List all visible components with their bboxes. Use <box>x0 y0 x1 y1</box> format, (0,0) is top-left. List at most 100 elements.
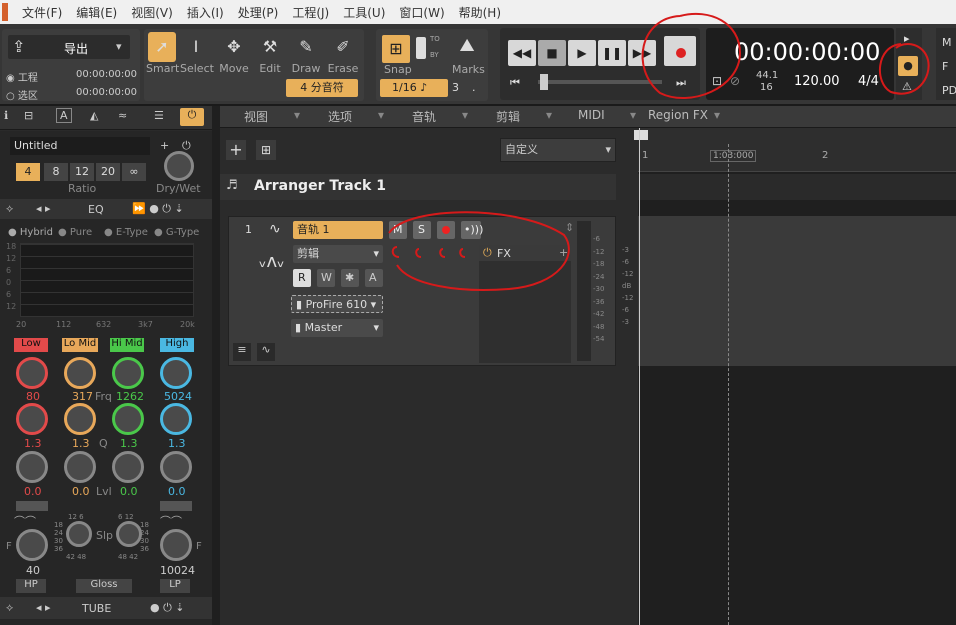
right-f-button[interactable]: F <box>942 60 948 73</box>
lp-knob[interactable] <box>160 529 192 561</box>
selection-radio[interactable]: ○ 选区 <box>6 87 38 102</box>
eq-controls-icon[interactable]: ⏩ ● ⏻ ⇣ <box>132 202 184 216</box>
menu-file[interactable]: 文件(F) <box>22 4 62 21</box>
playhead-marker[interactable] <box>634 130 648 140</box>
pause-button[interactable]: ❚❚ <box>598 40 626 66</box>
ratio-8[interactable]: 8 <box>44 163 68 181</box>
tempo-value[interactable]: 120.00 <box>794 74 840 89</box>
lomid-freq-knob[interactable] <box>64 357 96 389</box>
menu-tools[interactable]: 工具(U) <box>343 4 385 21</box>
chevron-down-icon[interactable]: ▾ <box>630 108 636 122</box>
track-row[interactable]: 1 ∿ 音轨 1 ᵥᴧᵥ 剪辑 ▾ R W ✱ A ▮ ProFire 610 ▾… <box>228 211 616 366</box>
lanes-icon[interactable]: ≡ <box>233 343 251 361</box>
tab-clip[interactable]: 剪辑 <box>496 108 520 125</box>
arranger-lane[interactable] <box>638 174 956 200</box>
read-button[interactable]: R <box>293 269 311 287</box>
high-q-knob[interactable] <box>160 403 192 435</box>
input-select[interactable]: ▮ ProFire 610 ▾ <box>291 295 383 313</box>
snap-toggle[interactable] <box>416 37 426 59</box>
drywet-knob[interactable] <box>164 151 194 181</box>
custom-select[interactable]: 自定义 ▾ <box>500 138 616 162</box>
waveform-icon[interactable]: ≈ <box>118 109 127 122</box>
ratio-inf[interactable]: ∞ <box>122 163 146 181</box>
eq-nav-icon[interactable]: ◂ ▸ <box>36 202 51 215</box>
add-icon[interactable]: + <box>160 139 169 152</box>
info-icon[interactable]: ℹ <box>4 109 8 122</box>
tube-nav-icon[interactable]: ◂ ▸ <box>36 601 51 614</box>
chevron-down-icon[interactable]: ▾ <box>378 108 384 122</box>
lp-toggle[interactable] <box>160 501 192 511</box>
chevron-down-icon[interactable]: ▾ <box>546 108 552 122</box>
band-lomid-label[interactable]: Lo Mid <box>62 338 98 352</box>
band-low-label[interactable]: Low <box>14 338 48 352</box>
track-name[interactable]: 音轨 1 <box>293 221 383 239</box>
tuner-icon[interactable]: ◭ <box>90 109 98 122</box>
ruler[interactable]: 1 1:03:000 2 <box>634 128 956 172</box>
lomid-lvl-knob[interactable] <box>64 451 96 483</box>
play-button[interactable]: ▶ <box>568 40 596 66</box>
right-m-button[interactable]: M <box>942 36 952 49</box>
add-bus-icon[interactable]: ⊞ <box>256 140 276 160</box>
eq-mode-gtype[interactable]: ● G-Type <box>154 227 199 238</box>
arrange-timeline[interactable]: 1 1:03:000 2 -3 -6 -12 dB -12 -6 -3 <box>622 128 956 625</box>
tab-region-fx[interactable]: Region FX <box>648 108 708 122</box>
menu-project[interactable]: 工程(J) <box>292 4 329 21</box>
lp-button[interactable]: LP <box>160 579 190 593</box>
tool-move[interactable]: ✥ Move <box>216 32 252 75</box>
power-icon[interactable]: ⏻ <box>180 108 204 126</box>
low-lvl-knob[interactable] <box>16 451 48 483</box>
lomid-q-knob[interactable] <box>64 403 96 435</box>
menu-help[interactable]: 帮助(H) <box>459 4 501 21</box>
low-q-knob[interactable] <box>16 403 48 435</box>
himid-freq-knob[interactable] <box>112 357 144 389</box>
high-lvl-knob[interactable] <box>160 451 192 483</box>
low-freq-knob[interactable] <box>16 357 48 389</box>
go-start-icon[interactable]: ⏮ <box>510 76 520 90</box>
menu-edit[interactable]: 编辑(E) <box>76 4 117 21</box>
output-select[interactable]: ▮ Master ▾ <box>291 319 383 337</box>
himid-q-knob[interactable] <box>112 403 144 435</box>
ratio-20[interactable]: 20 <box>96 163 120 181</box>
band-himid-label[interactable]: Hi Mid <box>110 338 144 352</box>
stop-button[interactable]: ■ <box>538 40 566 66</box>
chevron-down-icon[interactable]: ▾ <box>714 108 720 122</box>
eq-mode-pure[interactable]: ● Pure <box>58 227 92 238</box>
tool-smart[interactable]: ➚ Smart <box>146 32 179 75</box>
tab-midi[interactable]: MIDI <box>578 108 605 122</box>
tab-track[interactable]: 音轨 <box>412 108 436 125</box>
tab-options[interactable]: 选项 <box>328 108 352 125</box>
eq-mode-etype[interactable]: ● E-Type <box>104 227 148 238</box>
menu-view[interactable]: 视图(V) <box>131 4 173 21</box>
list-icon[interactable]: ☰ <box>154 109 164 122</box>
ratio-12[interactable]: 12 <box>70 163 94 181</box>
tab-view[interactable]: 视图 <box>244 108 268 125</box>
eq-mode-hybrid[interactable]: ● Hybrid <box>8 227 53 238</box>
snap-value-select[interactable]: 1/16 ♪ <box>380 79 448 97</box>
chevron-down-icon[interactable]: ▾ <box>462 108 468 122</box>
himid-lvl-knob[interactable] <box>112 451 144 483</box>
gloss-button[interactable]: Gloss <box>76 579 132 593</box>
eq-graph[interactable] <box>20 243 194 317</box>
inspector-icon[interactable]: ⊟ <box>24 109 33 122</box>
tool-select[interactable]: I Select <box>180 32 214 75</box>
menu-process[interactable]: 处理(P) <box>238 4 279 21</box>
slider-handle[interactable] <box>540 74 548 90</box>
project-radio[interactable]: ◉ 工程 <box>6 69 38 84</box>
rewind-button[interactable]: ◀◀ <box>508 40 536 66</box>
star-button[interactable]: ✱ <box>341 269 359 287</box>
tube-controls-icon[interactable]: ● ⏻ ⇣ <box>150 601 185 615</box>
track-lane[interactable] <box>638 216 956 366</box>
band-high-label[interactable]: High <box>160 338 194 352</box>
right-pd-button[interactable]: PD <box>942 84 956 97</box>
arranger-track[interactable]: ♬ Arranger Track 1 <box>220 174 616 200</box>
high-freq-knob[interactable] <box>160 357 192 389</box>
tube-settings-icon[interactable]: ⟡ <box>6 601 13 615</box>
automation-icon[interactable]: A <box>56 108 72 123</box>
snap-grid-icon[interactable]: ⊞ <box>382 35 410 63</box>
export-button[interactable]: ⇪ 导出 ▾ <box>8 35 130 59</box>
quantize-note-select[interactable]: 4 分音符 <box>286 79 358 97</box>
chevron-down-icon[interactable]: ▾ <box>294 108 300 122</box>
preset-name[interactable]: Untitled <box>10 137 150 155</box>
automation-curve-icon[interactable]: ∿ <box>257 343 275 361</box>
add-track-icon[interactable]: + <box>226 140 246 160</box>
